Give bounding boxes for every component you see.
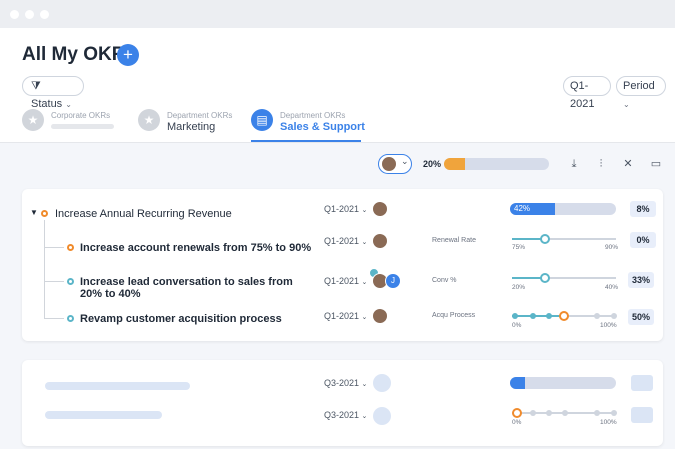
milestone-dot[interactable]	[546, 313, 552, 319]
milestone-dot[interactable]	[611, 313, 617, 319]
milestone-dot[interactable]	[512, 313, 518, 319]
collapse-icon[interactable]: ✕	[621, 157, 635, 171]
kr-status-icon	[67, 315, 74, 322]
chart-icon[interactable]: ⫶	[594, 157, 608, 171]
milestone-current	[512, 408, 522, 418]
kr-title: Revamp customer acquisition process	[80, 313, 282, 325]
kr-max: 40%	[605, 284, 619, 291]
placeholder-progress-bar	[510, 377, 616, 389]
objective-progress-bar: 42%	[510, 203, 616, 215]
placeholder-quarter[interactable]: Q3-2021 ⌄	[324, 410, 367, 420]
star-icon: ★	[22, 109, 44, 131]
download-icon[interactable]: ⤓	[567, 157, 581, 171]
kr-metric: Acqu Process	[432, 312, 476, 319]
objective-status-icon	[41, 210, 48, 217]
window-dot	[25, 10, 34, 19]
tree-connector	[44, 220, 45, 318]
caret-down-icon[interactable]: ▼	[30, 208, 38, 217]
objective-quarter[interactable]: Q1-2021 ⌄	[324, 204, 367, 214]
milestone-dot	[594, 410, 600, 416]
kr-slider[interactable]	[512, 234, 616, 244]
window-dot	[40, 10, 49, 19]
chevron-down-icon: ⌄	[623, 100, 630, 109]
kr-title-line2: 20% to 40%	[80, 288, 141, 300]
kr-slider[interactable]	[512, 273, 616, 283]
owner-avatar	[372, 201, 388, 217]
filter-icon: ⧩	[31, 80, 41, 92]
tree-connector	[44, 318, 64, 319]
tree-connector	[44, 247, 64, 248]
kr-min: 75%	[512, 244, 526, 251]
milestone-current[interactable]	[559, 311, 569, 321]
skeleton-avatar	[373, 374, 391, 392]
kr-metric: Conv %	[432, 277, 457, 284]
milestone-dot	[611, 410, 617, 416]
status-filter[interactable]: ⧩ Status ⌄	[22, 76, 84, 110]
kr-milestone-track[interactable]	[512, 311, 617, 321]
objective-percent-badge: 8%	[630, 201, 656, 217]
kr-quarter[interactable]: Q1-2021 ⌄	[324, 236, 367, 246]
owner-avatar-initial: J	[385, 273, 401, 289]
chevron-down-icon: ⌄	[65, 100, 72, 109]
kr-percent-badge: 33%	[628, 272, 654, 288]
objective-progress-label: 42%	[514, 204, 531, 213]
placeholder-progress-fill	[510, 377, 525, 389]
milestone-dot	[546, 410, 552, 416]
star-icon: ★	[138, 109, 160, 131]
tab-placeholder-line	[51, 124, 114, 129]
kr-status-icon	[67, 278, 74, 285]
kr-percent-badge: 0%	[630, 232, 656, 248]
placeholder-milestone-track	[512, 408, 617, 418]
milestone-dot[interactable]	[594, 313, 600, 319]
kr-quarter[interactable]: Q1-2021 ⌄	[324, 311, 367, 321]
placeholder-max: 100%	[600, 419, 617, 426]
owner-avatar	[372, 233, 388, 249]
document-icon: ▤	[251, 109, 273, 131]
placeholder-min: 0%	[512, 419, 522, 426]
period-selector[interactable]: Period ⌄	[616, 76, 666, 109]
skeleton-badge	[631, 407, 653, 423]
kr-max: 100%	[600, 322, 617, 329]
browser-chrome	[0, 0, 675, 28]
kr-quarter[interactable]: Q1-2021 ⌄	[324, 276, 367, 286]
milestone-dot	[530, 410, 536, 416]
milestone-dot	[562, 410, 568, 416]
skeleton-avatar	[373, 407, 391, 425]
kr-min: 20%	[512, 284, 526, 291]
skeleton-line	[45, 382, 190, 390]
kr-min: 0%	[512, 322, 522, 329]
placeholder-quarter[interactable]: Q3-2021 ⌄	[324, 378, 367, 388]
overall-progress-bar	[444, 158, 549, 170]
add-okr-button[interactable]: +	[117, 44, 139, 66]
overall-progress-fill	[444, 158, 465, 170]
kr-metric: Renewal Rate	[432, 237, 476, 244]
owner-avatar	[372, 308, 388, 324]
quarter-selector[interactable]: Q1-2021	[563, 76, 611, 110]
comment-icon[interactable]: ▭	[649, 157, 663, 171]
window-dot	[10, 10, 19, 19]
kr-milestone-fill	[512, 315, 564, 317]
kr-title-line1: Increase lead conversation to sales from	[80, 276, 293, 288]
kr-percent-badge: 50%	[628, 309, 654, 325]
avatar	[381, 156, 397, 172]
chevron-down-icon: ⌄	[401, 156, 409, 166]
kr-title: Increase account renewals from 75% to 90…	[80, 242, 312, 254]
kr-max: 90%	[605, 244, 619, 251]
placeholder-card	[22, 360, 663, 446]
skeleton-line	[45, 411, 162, 419]
objective-title: Increase Annual Recurring Revenue	[55, 208, 232, 220]
milestone-dot[interactable]	[530, 313, 536, 319]
kr-status-icon	[67, 244, 74, 251]
overall-progress-percent: 20%	[423, 159, 442, 169]
skeleton-badge	[631, 375, 653, 391]
tree-connector	[44, 281, 64, 282]
owner-filter[interactable]: ⌄	[378, 154, 412, 174]
